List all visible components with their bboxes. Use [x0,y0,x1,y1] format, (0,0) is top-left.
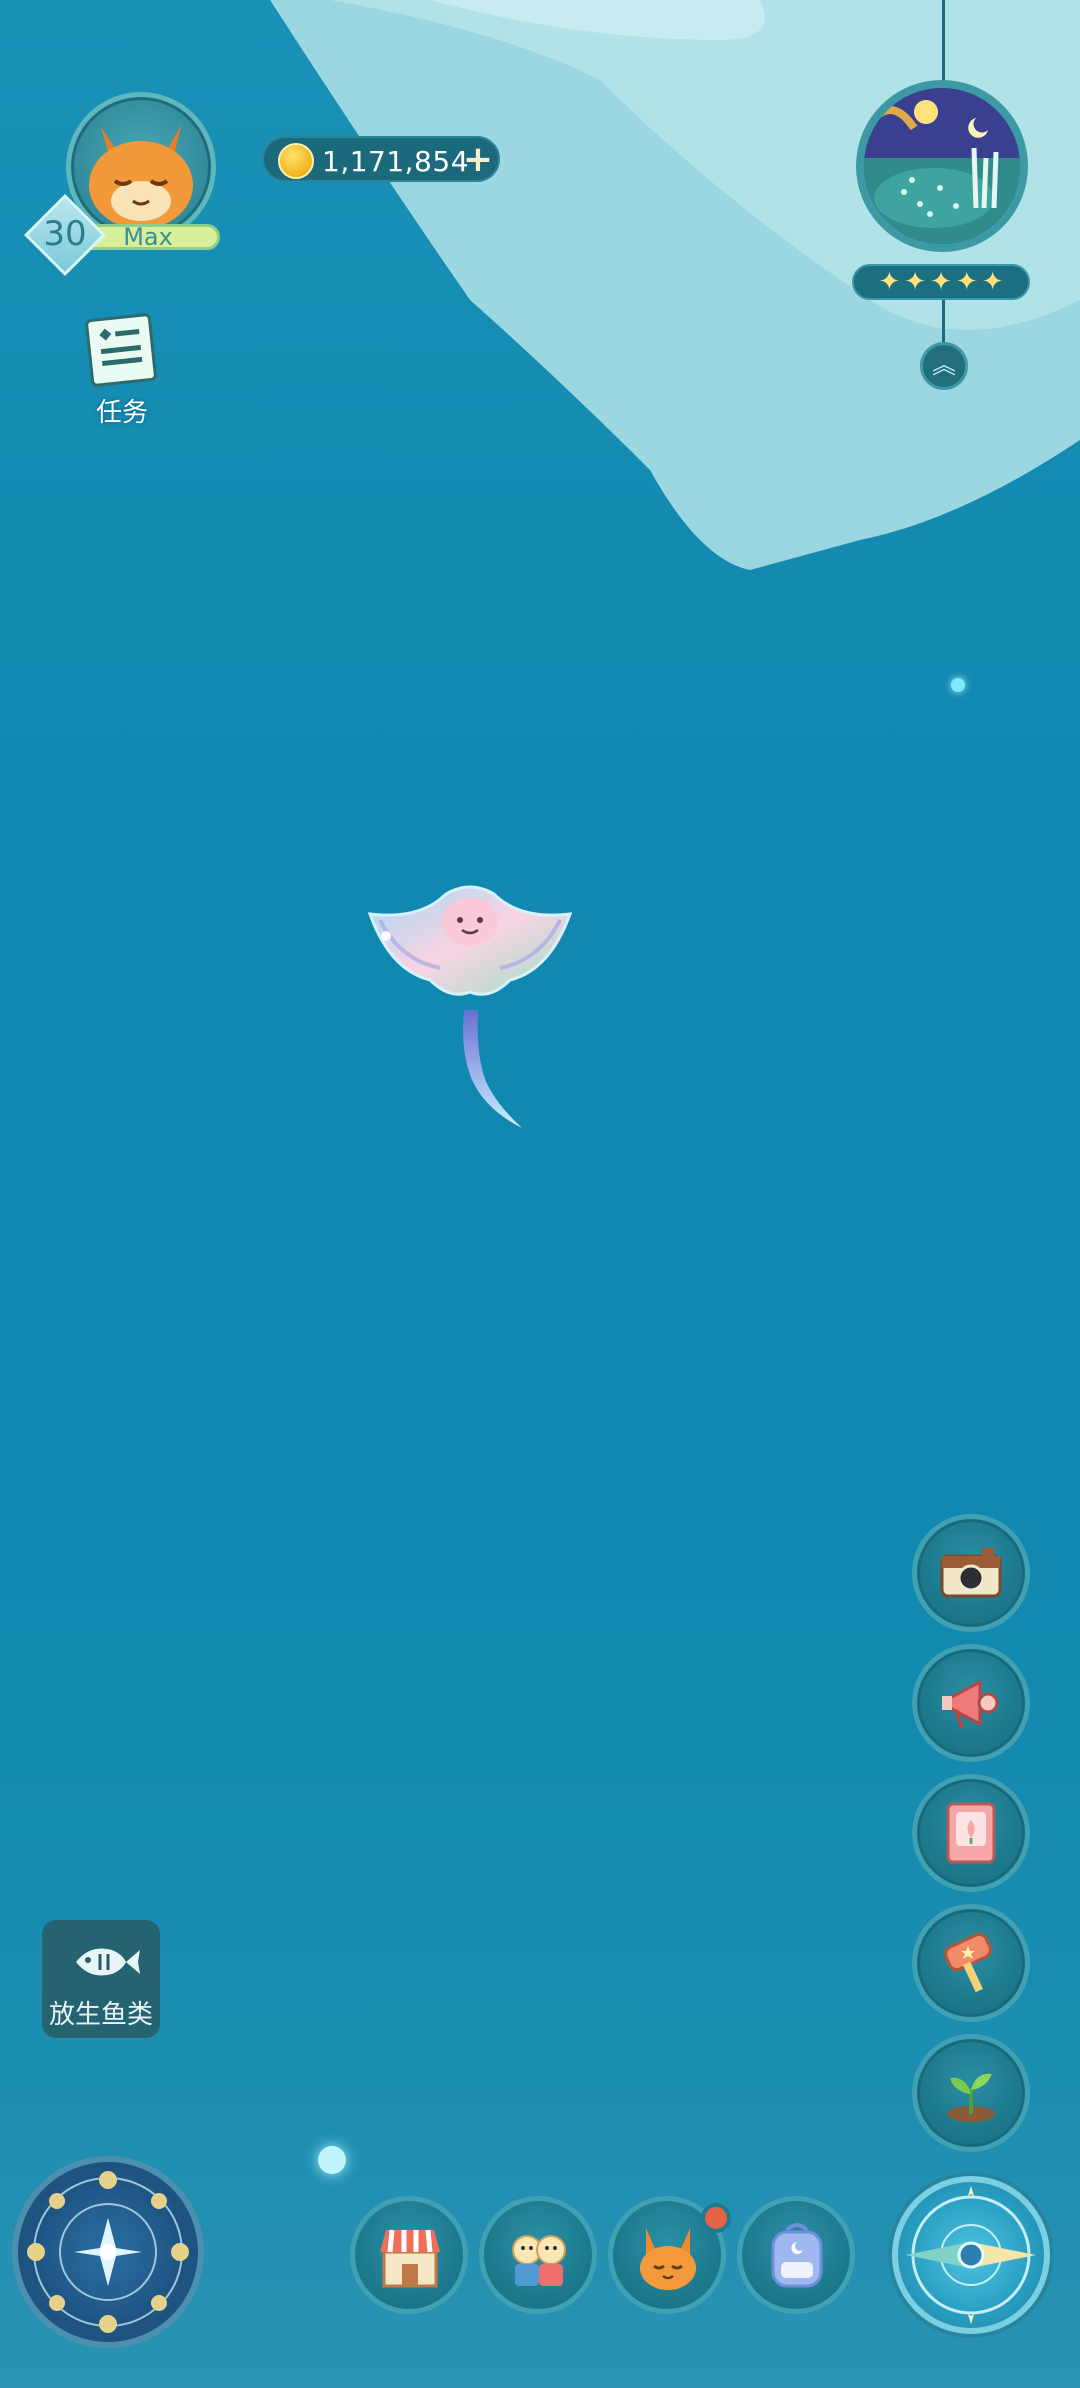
rating-star-icon: ✦ [955,267,978,297]
task-label: 任务 [95,398,148,428]
rating-star-icon: ✦ [930,267,952,297]
task-list-icon [84,312,158,388]
manta-ray-fish[interactable] [360,880,580,1140]
level-status-text: Max [123,223,173,251]
moon-phase-compass-button[interactable] [12,2156,204,2348]
fish-icon [76,1948,140,1976]
compass-icon [906,2186,1036,2324]
rating-star-icon: ✦ [981,267,1004,297]
fox-companion-icon [640,2228,696,2290]
fish-guide-book-icon [946,1802,996,1864]
companion-button[interactable] [608,2196,731,2314]
sprout-icon [947,2073,995,2122]
shop-button[interactable] [350,2196,468,2314]
navigation-compass-button[interactable] [892,2176,1050,2334]
notification-badge [701,2203,731,2233]
light-particle [318,2146,346,2174]
hanging-string [942,300,945,344]
friends-button[interactable] [479,2196,597,2314]
event-mallet-button[interactable] [912,1904,1030,2022]
player-avatar-panel[interactable]: Max 30 [23,88,226,277]
sprout-garden-button[interactable] [912,2034,1030,2152]
camera-button[interactable] [912,1514,1030,1632]
expand-chevron-up-button[interactable]: ︽ [920,342,968,390]
announcement-button[interactable] [912,1644,1030,1762]
player-level: 30 [43,214,87,254]
task-button[interactable]: 任务 [82,312,162,428]
scene-rating: ✦ ✦ ✦ ✦ ✦ [852,264,1030,300]
add-coins-button[interactable]: + [460,140,496,180]
scene-medallion[interactable] [856,80,1028,252]
shop-icon [380,2229,440,2288]
release-fish-button[interactable]: 放生鱼类 [42,1920,160,2038]
moon-compass-icon [27,2171,189,2333]
light-particle [951,678,965,692]
coin-amount: 1,171,854 [322,145,470,178]
friends-icon [512,2235,566,2286]
scene-medallion-panel[interactable]: ✦ ✦ ✦ ✦ ✦ ︽ [822,0,1062,400]
night-garden-scene-icon [864,88,1020,244]
rating-star-icon: ✦ [878,267,901,297]
camera-icon [940,1548,1002,1598]
coin-icon [278,143,314,179]
mallet-icon [944,1932,992,1993]
backpack-button[interactable] [737,2196,855,2314]
hanging-string [942,0,945,90]
backpack-icon [771,2223,823,2288]
collection-book-button[interactable] [912,1774,1030,1892]
rating-star-icon: ✦ [904,267,927,297]
megaphone-icon [942,1679,999,1729]
release-fish-label: 放生鱼类 [48,2000,153,2030]
coin-counter[interactable]: 1,171,854 + [262,136,500,182]
